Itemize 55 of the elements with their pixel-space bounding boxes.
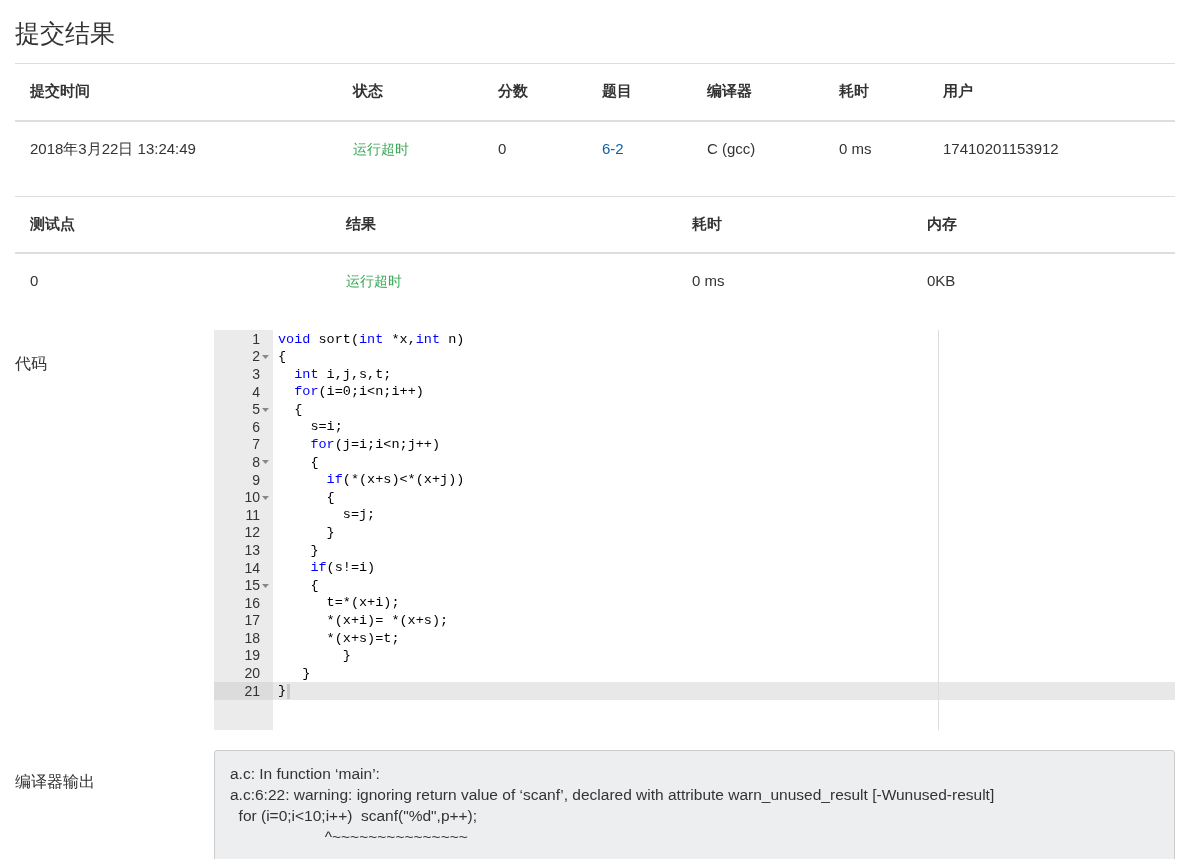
column-header: 测试点 bbox=[30, 214, 75, 232]
line-number: 20 bbox=[244, 664, 260, 684]
line-number: 1 bbox=[252, 329, 260, 349]
line-number: 11 bbox=[245, 505, 260, 525]
table-cell: C (gcc) bbox=[707, 140, 756, 158]
table-cell: 0 bbox=[30, 272, 39, 290]
fold-caret-icon[interactable] bbox=[261, 460, 269, 465]
line-number: 13 bbox=[244, 540, 260, 560]
table-cell: 0 ms bbox=[839, 140, 872, 158]
line-number: 6 bbox=[252, 417, 260, 437]
line-number: 17 bbox=[244, 611, 260, 631]
compiler-output-label: 编译器输出 bbox=[15, 772, 95, 790]
column-header: 内存 bbox=[927, 214, 957, 232]
output-line: a.c:6:22: warning: ignoring return value of ‘scanf’, declared with attribute warn_unused_result [-Wunused-result] bbox=[230, 785, 995, 803]
column-header: 耗时 bbox=[692, 214, 722, 232]
line-number: 21 bbox=[244, 681, 260, 701]
output-line: for (i=0;i<10;i++) scanf("%d",p++); bbox=[237, 806, 478, 824]
table-cell: 0KB bbox=[927, 272, 956, 290]
fold-caret-icon[interactable] bbox=[261, 407, 269, 412]
status-text: 运行超时 bbox=[353, 141, 409, 158]
status-text: 运行超时 bbox=[346, 273, 402, 290]
line-number: 9 bbox=[252, 470, 260, 490]
table-cell: 2018年3月22日 13:24:49 bbox=[30, 140, 196, 158]
table-cell: 0 bbox=[498, 140, 507, 158]
column-header: 结果 bbox=[346, 214, 376, 232]
line-number: 10 bbox=[244, 488, 260, 508]
fold-caret-icon[interactable] bbox=[261, 583, 269, 588]
output-line: ^~~~~~~~~~~~~~~~ bbox=[323, 827, 468, 845]
table-cell: 17410201153912 bbox=[943, 140, 1059, 158]
line-number: 4 bbox=[252, 382, 260, 402]
line-number: 3 bbox=[252, 365, 260, 384]
column-header: 提交时间 bbox=[30, 82, 90, 100]
line-number: 2 bbox=[252, 347, 260, 367]
output-line: a.c: In function ‘main’: bbox=[230, 764, 380, 782]
line-number: 16 bbox=[244, 593, 260, 613]
line-number: 8 bbox=[252, 452, 260, 472]
column-header: 分数 bbox=[498, 82, 528, 100]
column-header: 耗时 bbox=[839, 82, 869, 100]
fold-caret-icon[interactable] bbox=[261, 495, 269, 500]
problem-link[interactable]: 6-2 bbox=[602, 140, 624, 158]
page-title: 提交结果 bbox=[15, 18, 115, 49]
line-number: 5 bbox=[252, 400, 260, 420]
code-label: 代码 bbox=[15, 354, 47, 372]
fold-caret-icon[interactable] bbox=[261, 354, 269, 359]
column-header: 编译器 bbox=[707, 82, 752, 100]
line-number: 12 bbox=[244, 523, 260, 543]
line-number: 7 bbox=[252, 435, 260, 455]
line-number: 19 bbox=[244, 646, 260, 666]
table-cell: 0 ms bbox=[692, 272, 725, 290]
column-header: 题目 bbox=[602, 82, 632, 100]
column-header: 用户 bbox=[943, 82, 973, 100]
line-number: 15 bbox=[244, 576, 260, 596]
column-header: 状态 bbox=[353, 82, 383, 100]
line-number: 18 bbox=[244, 628, 260, 648]
line-number: 14 bbox=[244, 558, 260, 578]
